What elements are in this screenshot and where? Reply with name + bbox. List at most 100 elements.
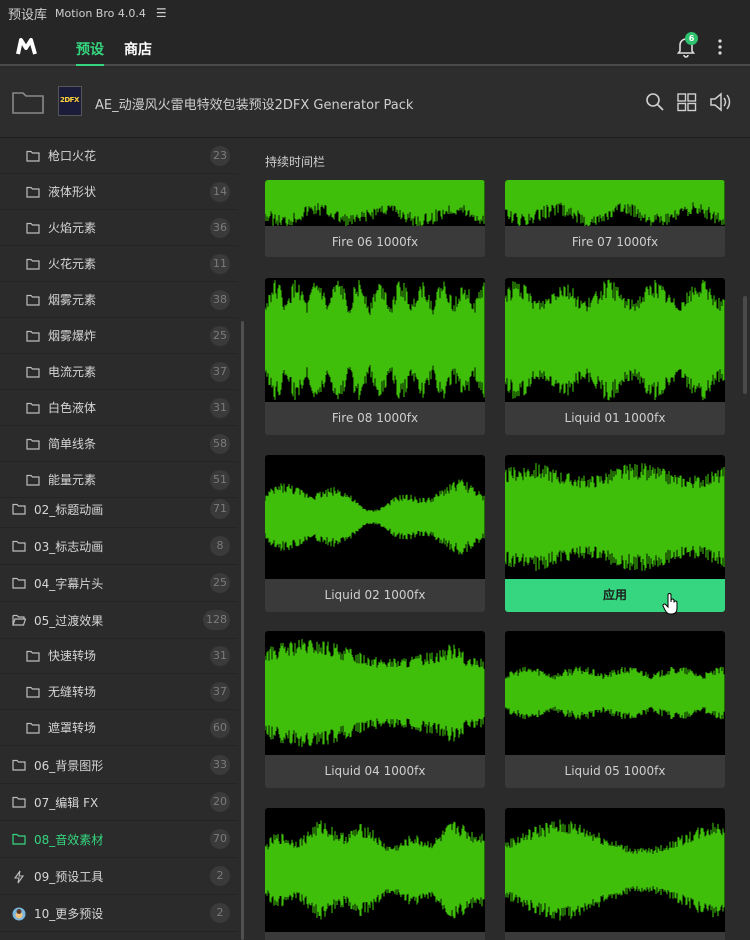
- preset-card[interactable]: Liquid 02 1000fx: [265, 455, 485, 612]
- sidebar-item[interactable]: 06_背景图形 33: [0, 747, 238, 784]
- waveform-preview: [265, 631, 485, 755]
- sidebar-item[interactable]: 火焰元素 36: [0, 210, 238, 246]
- sidebar-item[interactable]: 09_预设工具 2: [0, 858, 238, 895]
- folder-icon: [26, 686, 40, 698]
- bolt-icon: [12, 870, 26, 884]
- sidebar-item[interactable]: 火花元素 11: [0, 246, 238, 282]
- preset-card-label: Liquid 02 1000fx: [265, 579, 485, 612]
- folder-icon: [26, 650, 40, 662]
- sidebar-item[interactable]: 03_标志动画 8: [0, 528, 238, 565]
- top-navigation: 预设 商店 6: [0, 26, 750, 66]
- sidebar-item-count: 20: [210, 792, 230, 812]
- folder-open-icon: [12, 614, 27, 626]
- sidebar-item-label: 快速转场: [48, 649, 97, 663]
- folder-icon: [26, 438, 40, 450]
- sidebar-item-count: 38: [210, 290, 230, 310]
- sidebar-item-label: 能量元素: [48, 473, 97, 487]
- sidebar-item[interactable]: 快速转场 31: [0, 638, 238, 674]
- folder-icon: [26, 186, 40, 198]
- sidebar-item[interactable]: 无缝转场 37: [0, 674, 238, 710]
- preset-card[interactable]: 应用: [505, 455, 725, 612]
- sidebar-item[interactable]: 烟雾爆炸 25: [0, 318, 238, 354]
- waveform-preview: [505, 455, 725, 579]
- sidebar-item[interactable]: 04_字幕片头 25: [0, 565, 238, 602]
- folder-icon: [26, 330, 40, 342]
- sidebar-item[interactable]: 枪口火花 23: [0, 139, 238, 174]
- preset-card[interactable]: Liquid 05 1000fx: [505, 631, 725, 788]
- pack-header: 2DFX AE_动漫风火雷电特效包装预设2DFX Generator Pack: [0, 68, 750, 138]
- sidebar-item-count: 8: [210, 536, 230, 556]
- sidebar-item[interactable]: 08_音效素材 70: [0, 821, 238, 858]
- waveform-path: [505, 666, 725, 720]
- sidebar-item-count: 37: [210, 682, 230, 702]
- tab-presets[interactable]: 预设: [76, 39, 104, 66]
- sidebar-item[interactable]: 电流元素 37: [0, 354, 238, 390]
- folder-icon: [26, 366, 40, 378]
- folder-icon: [26, 402, 40, 414]
- sidebar-item-count: 11: [210, 254, 230, 274]
- menu-icon[interactable]: ☰: [156, 6, 167, 20]
- sidebar-item-count: 71: [210, 499, 230, 519]
- sidebar-item-count: 2: [210, 866, 230, 886]
- sidebar-item[interactable]: 07_编辑 FX 20: [0, 784, 238, 821]
- preset-card[interactable]: [505, 808, 725, 940]
- preset-card[interactable]: Fire 08 1000fx: [265, 278, 485, 435]
- folder-icon: [12, 759, 26, 771]
- waveform-path: [265, 479, 485, 555]
- waveform-preview: [505, 631, 725, 755]
- sidebar-item-count: 31: [210, 398, 230, 418]
- preset-card[interactable]: [265, 808, 485, 940]
- preset-card[interactable]: Fire 07 1000fx: [505, 180, 725, 257]
- sidebar-item[interactable]: 烟雾元素 38: [0, 282, 238, 318]
- sidebar-item-label: 电流元素: [48, 365, 97, 379]
- sidebar-item-label: 03_标志动画: [34, 539, 104, 554]
- folder-icon[interactable]: [12, 90, 44, 114]
- sidebar-scroll-thumb[interactable]: [241, 321, 244, 940]
- sidebar-item[interactable]: 简单线条 58: [0, 426, 238, 462]
- sidebar-item-label: 液体形状: [48, 185, 97, 199]
- sidebar-item-count: 31: [210, 646, 230, 666]
- sidebar-item-label: 枪口火花: [48, 149, 97, 163]
- preset-card[interactable]: Liquid 01 1000fx: [505, 278, 725, 435]
- preset-card[interactable]: Liquid 04 1000fx: [265, 631, 485, 788]
- preset-card[interactable]: Fire 06 1000fx: [265, 180, 485, 257]
- waveform-path: [505, 279, 725, 401]
- folder-icon: [26, 150, 40, 162]
- grid-view-icon[interactable]: [677, 92, 697, 112]
- waveform-path: [505, 463, 725, 571]
- waveform-preview: [505, 278, 725, 402]
- more-options-icon[interactable]: [717, 38, 723, 56]
- app-name: 预设库: [8, 7, 48, 23]
- sidebar-item-label: 火焰元素: [48, 221, 97, 235]
- tab-store[interactable]: 商店: [124, 39, 152, 59]
- volume-icon[interactable]: [709, 92, 733, 112]
- app-version: Motion Bro 4.0.4: [55, 6, 146, 20]
- apply-button[interactable]: 应用: [505, 579, 725, 612]
- sidebar-item[interactable]: 液体形状 14: [0, 174, 238, 210]
- sidebar-item[interactable]: 白色液体 31: [0, 390, 238, 426]
- preset-card-label: Liquid 04 1000fx: [265, 755, 485, 788]
- sidebar-item-label: 无缝转场: [48, 685, 97, 699]
- content-scrollbar[interactable]: [743, 296, 747, 394]
- sidebar-item-label: 白色液体: [48, 401, 97, 415]
- sidebar-item-label: 02_标题动画: [34, 502, 104, 517]
- sidebar-item-label: 烟雾元素: [48, 293, 97, 307]
- preset-card-label: [265, 932, 485, 940]
- search-icon[interactable]: [645, 92, 665, 112]
- motion-bro-logo-icon[interactable]: [16, 36, 38, 58]
- section-label: 持续时间栏: [265, 155, 326, 169]
- notification-badge: 6: [685, 32, 698, 45]
- folder-icon: [26, 258, 40, 270]
- preset-card-label: Liquid 05 1000fx: [505, 755, 725, 788]
- sidebar-item-label: 遮罩转场: [48, 721, 97, 735]
- sidebar-item-label: 07_编辑 FX: [34, 795, 99, 810]
- waveform-preview: [265, 180, 485, 226]
- sidebar-item[interactable]: 05_过渡效果 128: [0, 602, 238, 639]
- sidebar-item-count: 23: [210, 146, 230, 166]
- sidebar-item[interactable]: 遮罩转场 60: [0, 710, 238, 746]
- sidebar-item-count: 33: [210, 755, 230, 775]
- sidebar-item-count: 37: [210, 362, 230, 382]
- sidebar-item[interactable]: 02_标题动画 71: [0, 491, 238, 528]
- sidebar-item[interactable]: 10_更多预设 2: [0, 895, 238, 932]
- waveform-path: [265, 280, 485, 400]
